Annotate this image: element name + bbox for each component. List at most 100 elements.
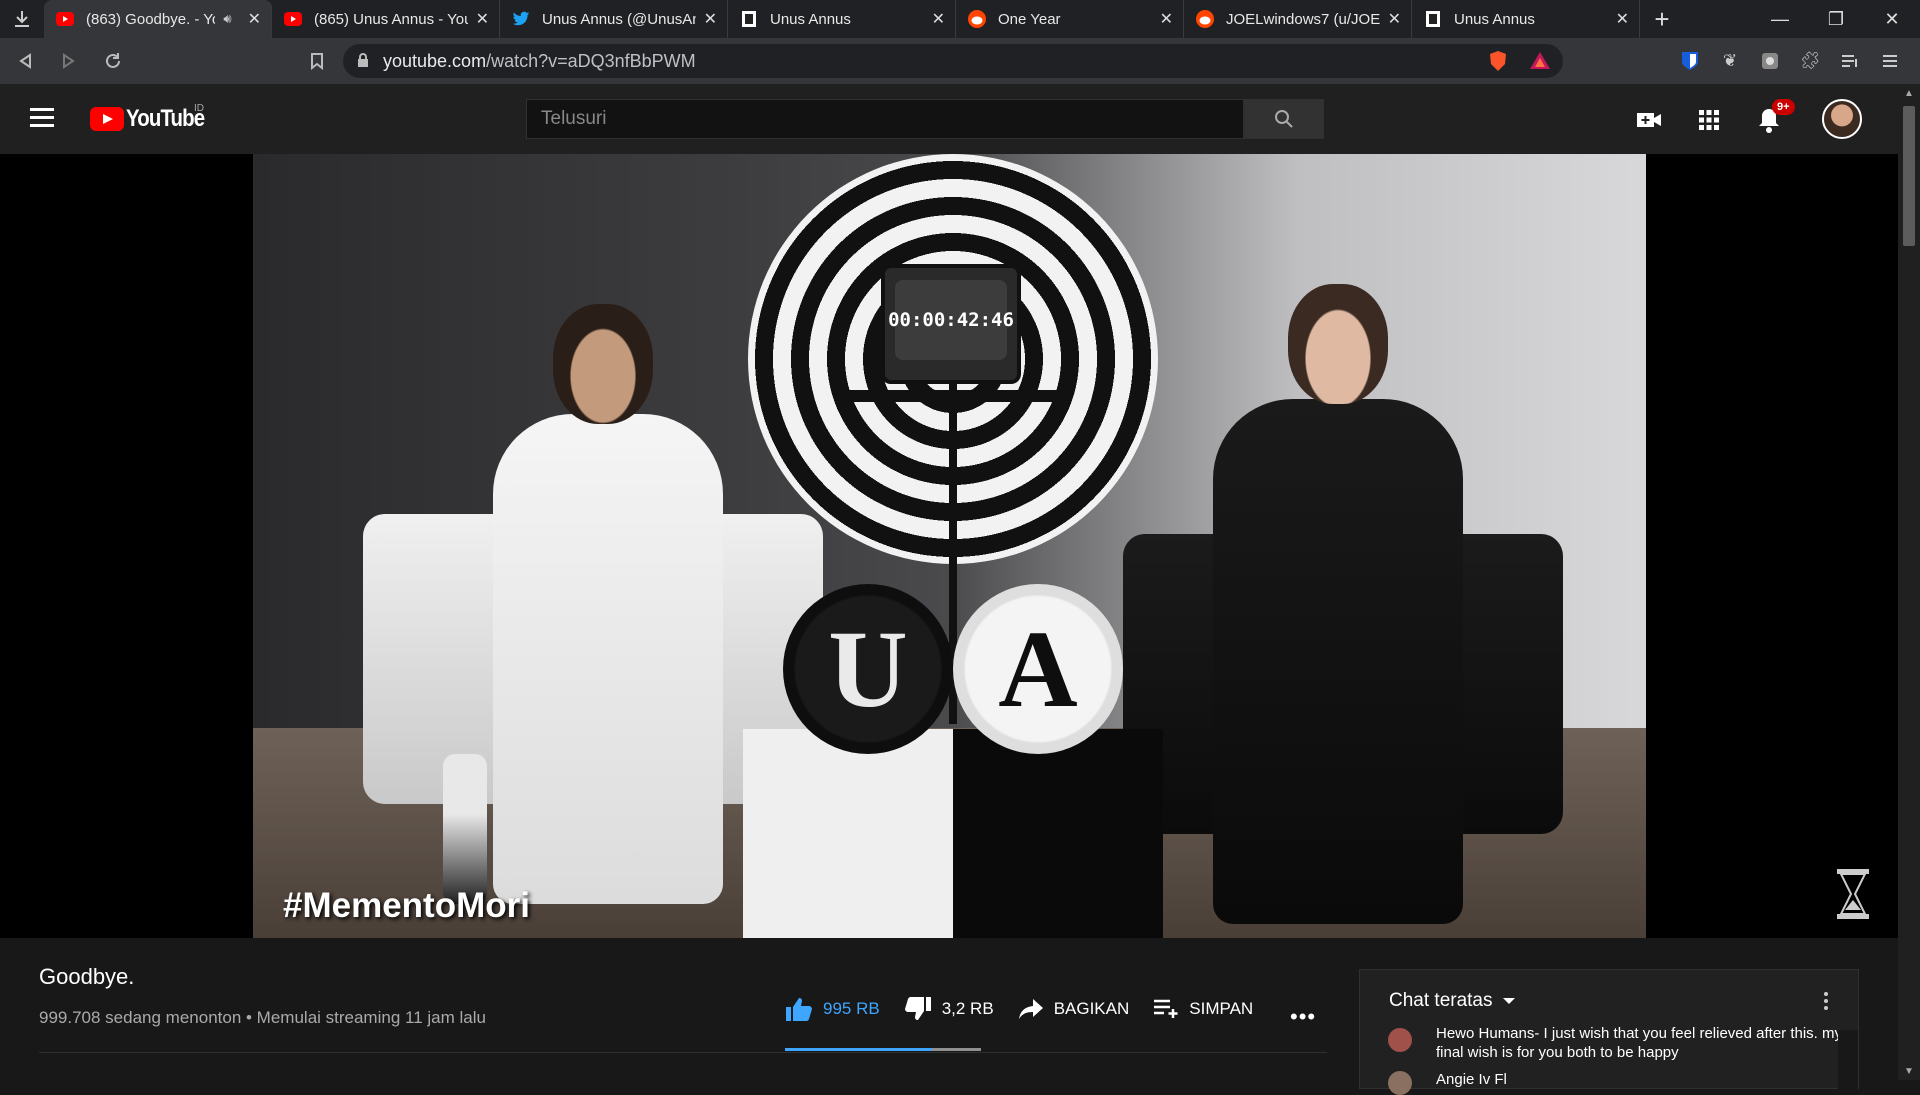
thumbs-up-icon	[786, 998, 812, 1021]
chat-message-text: Hewo Humans- I just wish that you feel r…	[1436, 1025, 1842, 1061]
video-meta: 999.708 sedang menonton • Memulai stream…	[39, 1008, 486, 1027]
white-rose-wreath: A	[953, 584, 1123, 754]
notification-badge: 9+	[1772, 99, 1795, 115]
live-chat-panel: Chat teratas Hewo Humans- I just wish th…	[1359, 969, 1859, 1095]
create-video-icon[interactable]	[1633, 104, 1665, 136]
close-tab-icon[interactable]: ✕	[248, 9, 261, 29]
extensions-area: ❦ 🧩︎	[1670, 38, 1910, 84]
forward-icon[interactable]	[50, 42, 88, 80]
tab-unus-annus-site[interactable]: Unus Annus ✕	[728, 0, 956, 38]
divider	[39, 1052, 1327, 1053]
close-window-icon[interactable]: ✕	[1864, 0, 1920, 38]
tab-title: Unus Annus	[770, 10, 851, 28]
close-tab-icon[interactable]: ✕	[932, 9, 945, 29]
tab-title: One Year	[998, 10, 1061, 28]
minimize-icon[interactable]: —	[1752, 0, 1808, 38]
menu-hamburger-icon[interactable]	[30, 108, 54, 132]
country-code: ID	[194, 103, 204, 114]
tv-timer: 00:00:42:46	[888, 309, 1014, 331]
close-tab-icon[interactable]: ✕	[1160, 9, 1173, 29]
url-text[interactable]: youtube.com/watch?v=aDQ3nfBbPWM	[383, 51, 696, 72]
back-icon[interactable]	[6, 42, 44, 80]
avatar	[1388, 1071, 1412, 1095]
video-frame[interactable]: 00:00:42:46 U A #MementoMori	[253, 154, 1646, 938]
chat-mode-selector[interactable]: Chat teratas	[1360, 970, 1858, 1032]
youtube-header: YouTube ID 9+	[0, 84, 1920, 154]
dislike-button[interactable]: 3,2 RB	[904, 996, 994, 1022]
thumbs-down-icon	[904, 997, 931, 1020]
lock-icon[interactable]	[357, 52, 371, 70]
unus-annus-site-icon	[740, 10, 758, 28]
dislike-count: 3,2 RB	[941, 999, 994, 1018]
youtube-logo[interactable]: YouTube ID	[90, 103, 218, 133]
tv-table	[843, 390, 1063, 402]
tab-reddit-one-year[interactable]: One Year ✕	[956, 0, 1184, 38]
avatar[interactable]	[1822, 99, 1862, 139]
search-button[interactable]	[1244, 99, 1324, 139]
restore-icon[interactable]: ❐	[1808, 0, 1864, 38]
video-actions: 995 RB 3,2 RB BAGIKAN SIMPAN	[785, 996, 1277, 1022]
tab-title: (863) Goodbye. - Yo	[86, 10, 216, 28]
youtube-play-logo-icon	[90, 107, 124, 131]
chat-message-text: Angie Iv Fl	[1436, 1071, 1507, 1088]
new-tab-button[interactable]: +	[1640, 0, 1684, 38]
logo-text: YouTube	[126, 105, 205, 132]
twitter-icon	[512, 10, 530, 28]
close-tab-icon[interactable]: ✕	[1616, 9, 1629, 29]
more-actions-icon[interactable]: •••	[1290, 1004, 1316, 1030]
chat-more-icon[interactable]	[1824, 992, 1828, 1013]
browser-menu-icon[interactable]	[1870, 53, 1910, 69]
brave-rewards-icon[interactable]	[1529, 50, 1551, 75]
like-button[interactable]: 995 RB	[785, 996, 880, 1022]
unus-annus-site-icon	[1424, 10, 1442, 28]
video-player[interactable]: 00:00:42:46 U A #MementoMori	[0, 154, 1898, 938]
hourglass-watermark-icon[interactable]	[1836, 868, 1870, 925]
bookmark-icon[interactable]	[298, 42, 336, 80]
tab-title: JOELwindows7 (u/JOELw	[1226, 10, 1380, 28]
bitwarden-icon[interactable]	[1670, 51, 1710, 71]
window-controls: — ❐ ✕	[1752, 0, 1920, 38]
tab-title: Unus Annus (@UnusAnn	[542, 10, 696, 28]
url-host: youtube.com	[383, 50, 487, 71]
address-bar[interactable]: youtube.com/watch?v=aDQ3nfBbPWM	[343, 44, 1563, 78]
tab-unus-annus-youtube[interactable]: (865) Unus Annus - You ✕	[272, 0, 500, 38]
search-input[interactable]	[527, 108, 1243, 130]
scroll-down-icon[interactable]: ▼	[1898, 1062, 1920, 1080]
save-button[interactable]: SIMPAN	[1153, 999, 1253, 1019]
person-in-white-suit	[493, 304, 723, 904]
youtube-icon	[56, 10, 74, 28]
apps-grid-icon[interactable]	[1693, 104, 1725, 136]
search-box	[526, 99, 1244, 139]
tab-reddit-user[interactable]: JOELwindows7 (u/JOELw ✕	[1184, 0, 1412, 38]
crt-tv: 00:00:42:46	[881, 264, 1021, 384]
browser-toolbar: youtube.com/watch?v=aDQ3nfBbPWM ❦ 🧩︎	[0, 38, 1920, 84]
page-scrollbar[interactable]: ▲ ▼	[1898, 84, 1920, 1080]
scrollbar-thumb[interactable]	[1903, 106, 1915, 246]
youtube-icon	[284, 10, 302, 28]
save-label: SIMPAN	[1189, 999, 1254, 1018]
extension-square-icon[interactable]	[1750, 52, 1790, 70]
tab-twitter[interactable]: Unus Annus (@UnusAnn ✕	[500, 0, 728, 38]
scroll-up-icon[interactable]: ▲	[1898, 84, 1920, 102]
close-tab-icon[interactable]: ✕	[476, 9, 489, 29]
chat-message: Angie Iv Fl	[1388, 1071, 1507, 1095]
media-queue-icon[interactable]	[1830, 53, 1870, 69]
share-button[interactable]: BAGIKAN	[1018, 998, 1129, 1020]
add-to-playlist-icon	[1154, 999, 1178, 1018]
tab-goodbye[interactable]: (863) Goodbye. - Yo 🔊︎ ✕	[44, 0, 272, 38]
chat-scrollbar[interactable]	[1838, 1030, 1858, 1090]
extensions-puzzle-icon[interactable]: 🧩︎	[1790, 51, 1830, 71]
tab-unus-annus-site-2[interactable]: Unus Annus ✕	[1412, 0, 1640, 38]
speaker-icon[interactable]: 🔊︎	[223, 11, 231, 27]
reload-icon[interactable]	[94, 42, 132, 80]
wreath-letter-a: A	[998, 607, 1078, 730]
download-icon[interactable]	[0, 0, 44, 38]
tab-title: (865) Unus Annus - You	[314, 10, 468, 28]
close-tab-icon[interactable]: ✕	[1388, 9, 1401, 29]
chat-message: Hewo Humans- I just wish that you feel r…	[1388, 1024, 1846, 1062]
like-count: 995 RB	[823, 999, 880, 1018]
brave-shield-icon[interactable]	[1489, 50, 1507, 77]
close-tab-icon[interactable]: ✕	[704, 9, 717, 29]
black-rose-wreath: U	[783, 584, 953, 754]
extension-leaf-icon[interactable]: ❦	[1710, 51, 1750, 71]
